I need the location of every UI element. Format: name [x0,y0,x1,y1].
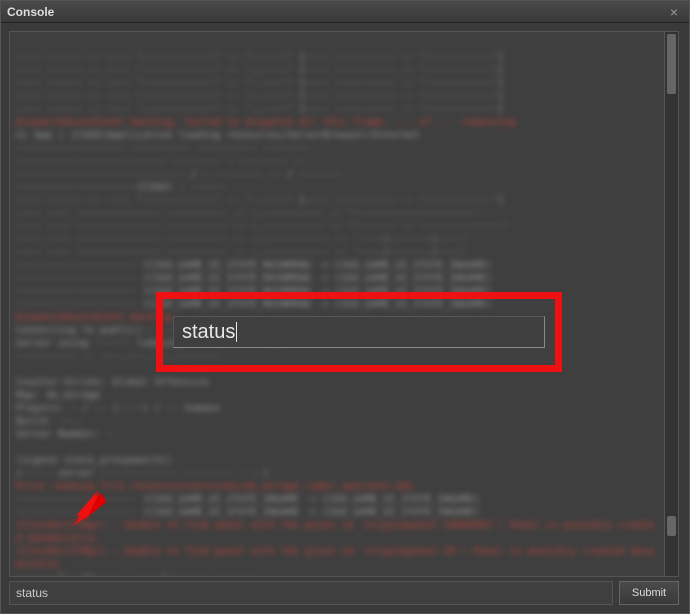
close-icon[interactable]: × [665,4,683,20]
submit-button[interactable]: Submit [619,581,679,605]
titlebar: Console × [1,1,689,23]
scrollbar-thumb[interactable] [667,34,676,94]
console-output[interactable]: ---- ------ -- ---- '------------' -- '-… [10,32,664,576]
input-row: Submit [9,581,679,605]
console-log: ---- ------ -- ---- '------------' -- '-… [16,38,658,576]
console-output-wrap: ---- ------ -- ---- '------------' -- '-… [9,31,679,577]
console-input[interactable] [9,581,613,605]
scrollbar[interactable] [664,32,678,576]
scrollbar-thumb-lower[interactable] [667,516,676,536]
console-body: ---- ------ -- ---- '------------' -- '-… [1,23,689,613]
console-window: Console × ---- ------ -- ---- '---------… [0,0,690,614]
window-title: Console [7,5,665,19]
